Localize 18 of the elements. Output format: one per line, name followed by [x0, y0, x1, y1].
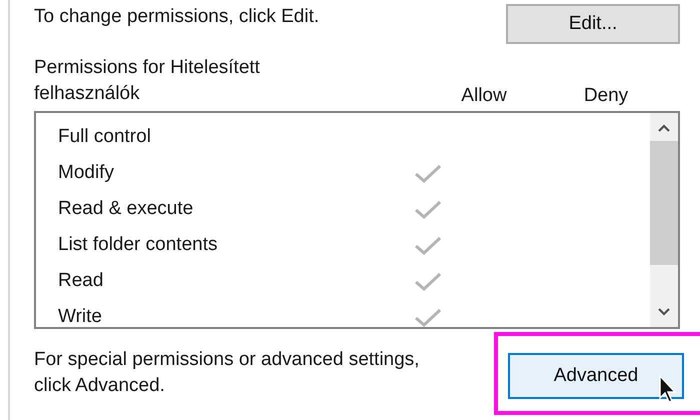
permission-name: Modify — [58, 162, 115, 184]
scroll-down-icon[interactable] — [657, 307, 671, 317]
edit-button[interactable]: Edit... — [506, 4, 680, 44]
scroll-up-icon[interactable] — [657, 123, 671, 133]
permission-name: Read & execute — [58, 198, 194, 220]
advanced-instruction: For special permissions or advanced settings, click Advanced. — [34, 348, 420, 398]
edit-instruction: To change permissions, click Edit. — [34, 6, 320, 28]
permission-name: Full control — [58, 126, 152, 148]
advanced-button[interactable]: Advanced — [508, 353, 684, 399]
column-header: Deny — [582, 85, 630, 107]
permission-name: Read — [58, 270, 104, 292]
scroll-thumb[interactable] — [650, 141, 678, 265]
column-header: Allow — [460, 85, 508, 107]
permission-name: List folder contents — [58, 234, 218, 256]
permission-name: Write — [58, 306, 103, 327]
scrollbar[interactable] — [650, 113, 678, 327]
cursor-icon — [658, 374, 678, 404]
permissions-label: Permissions for Hitelesített felhasználók — [34, 56, 261, 106]
